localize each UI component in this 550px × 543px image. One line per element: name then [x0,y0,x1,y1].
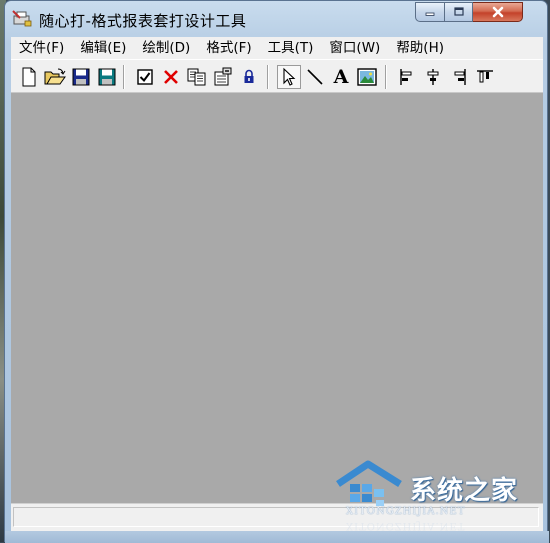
checkbox-button[interactable] [133,65,157,89]
close-button[interactable] [473,2,523,22]
copy-icon [187,68,206,86]
watermark-url-reflection: XITONGZHIJIA.NET [346,520,466,531]
toolbar: A [11,59,543,93]
text-tool-button[interactable]: A [329,65,353,89]
image-tool-icon [357,68,377,86]
align-center-button[interactable] [421,65,445,89]
new-button[interactable] [17,65,41,89]
minimize-icon [425,12,435,16]
select-pointer-icon [283,67,296,86]
title-bar[interactable]: 随心打-格式报表套打设计工具 [5,1,547,37]
align-left-button[interactable] [395,65,419,89]
menu-window[interactable]: 窗口(W) [321,37,388,59]
save-as-button[interactable] [95,65,119,89]
minimize-button[interactable] [415,2,445,22]
watermark-url: XITONGZHIJIA.NET [346,506,466,517]
lock-icon [244,69,254,83]
menu-file[interactable]: 文件(F) [11,37,72,59]
toolbar-separator [267,65,269,89]
select-pointer-button[interactable] [277,65,301,89]
align-top-icon [477,70,493,83]
save-icon [72,68,90,86]
line-tool-button[interactable] [303,65,327,89]
align-top-button[interactable] [473,65,497,89]
menu-draw[interactable]: 绘制(D) [134,37,198,59]
watermark-brand: 系统之家 [410,476,519,506]
app-window: 随心打-格式报表套打设计工具 文件(F) 编辑(E) 绘制(D) 格式(F) 工… [4,0,549,543]
properties-button[interactable] [211,65,235,89]
menu-help[interactable]: 帮助(H) [388,37,452,59]
toolbar-separator [123,65,125,89]
align-center-icon [427,69,439,85]
menu-tools[interactable]: 工具(T) [260,37,322,59]
open-folder-icon [44,68,66,85]
toolbar-separator [385,65,387,89]
window-title: 随心打-格式报表套打设计工具 [39,12,247,30]
new-document-icon [22,67,36,87]
design-canvas[interactable] [11,93,543,503]
open-button[interactable] [43,65,67,89]
maximize-button[interactable] [445,2,473,22]
delete-button[interactable] [159,65,183,89]
line-tool-icon [307,69,323,85]
menu-format[interactable]: 格式(F) [198,37,259,59]
window-frame-bottom [5,531,549,543]
image-tool-button[interactable] [355,65,379,89]
align-right-icon [454,69,466,85]
save-button[interactable] [69,65,93,89]
save-as-icon [98,68,116,86]
copy-button[interactable] [185,65,209,89]
maximize-icon [453,7,464,16]
align-right-button[interactable] [447,65,471,89]
lock-button[interactable] [237,65,261,89]
text-tool-icon: A [333,66,349,88]
properties-icon [214,67,232,86]
delete-icon [164,70,178,84]
menu-bar: 文件(F) 编辑(E) 绘制(D) 格式(F) 工具(T) 窗口(W) 帮助(H… [11,37,543,59]
app-printer-icon [12,10,32,27]
align-left-icon [400,69,412,85]
checkbox-icon [137,69,153,85]
menu-edit[interactable]: 编辑(E) [72,37,134,59]
close-icon [492,6,503,18]
